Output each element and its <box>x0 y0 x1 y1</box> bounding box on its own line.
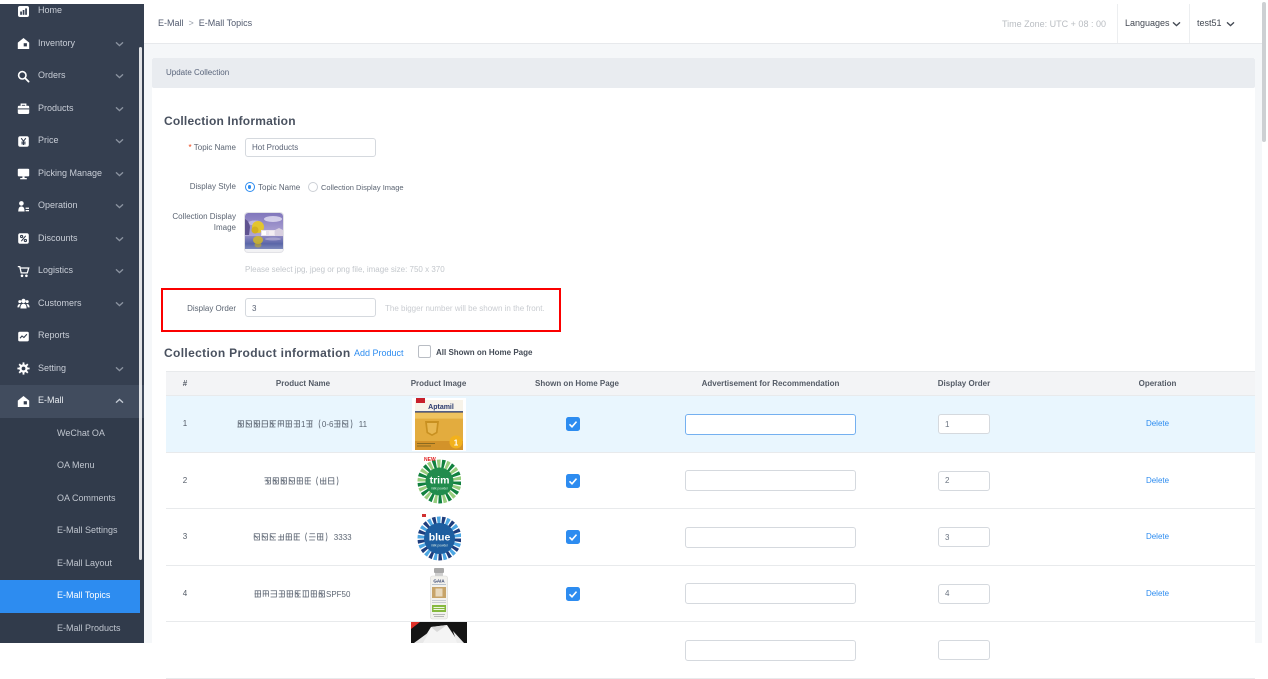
svg-text:Aptamil: Aptamil <box>428 404 454 411</box>
svg-text:blue: blue <box>428 531 450 543</box>
svg-text:3333: 3333 <box>334 533 352 542</box>
svg-text:milk powder: milk powder <box>430 543 448 547</box>
svg-text:NEW: NEW <box>424 457 436 463</box>
svg-text:0-6: 0-6 <box>322 420 334 429</box>
svg-text:11: 11 <box>359 420 368 429</box>
svg-text:SPF50: SPF50 <box>326 590 351 599</box>
svg-text:milk powder: milk powder <box>430 487 448 491</box>
svg-text:1: 1 <box>453 438 458 447</box>
svg-text:1: 1 <box>301 420 306 429</box>
svg-text:GAIA: GAIA <box>433 579 445 584</box>
svg-text:trim: trim <box>429 475 449 487</box>
